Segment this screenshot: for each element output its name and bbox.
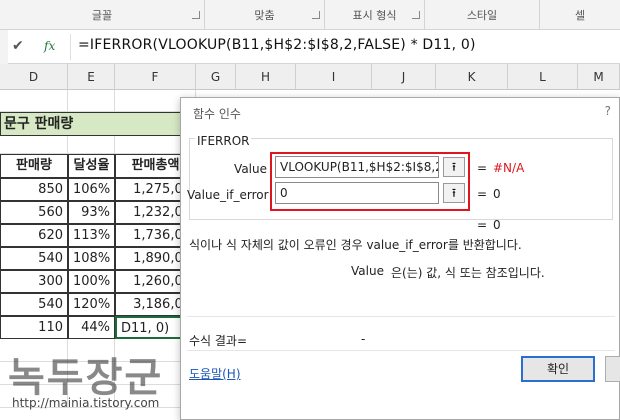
ribbon-group-font-label: 글꼴 xyxy=(91,9,113,22)
ribbon-group-labels: 글꼴 맞춤 표시 형식 스타일 셀 xyxy=(0,0,620,30)
argument-description: 은(는) 값, 식 또는 참조입니다. xyxy=(391,266,545,280)
formula-bar-grip xyxy=(0,30,8,64)
formula-input[interactable]: =IFERROR(VLOOKUP(B11,$H$2:$I$8,2,FALSE) … xyxy=(78,37,476,53)
value-if-error-result: 0 xyxy=(493,187,501,201)
cell-achievement[interactable]: 106% xyxy=(68,178,115,201)
cell-achievement[interactable]: 108% xyxy=(68,247,115,270)
cancel-button[interactable] xyxy=(605,356,620,382)
cell-sales-qty[interactable]: 850 xyxy=(0,178,68,201)
column-header-l[interactable]: L xyxy=(508,64,578,90)
argument-name: Value xyxy=(351,264,384,278)
formula-result-value: - xyxy=(361,332,366,346)
dialog-divider xyxy=(187,350,615,351)
cell-sales-qty[interactable]: 540 xyxy=(0,247,68,270)
insert-function-icon[interactable]: fx xyxy=(44,39,55,53)
column-header-j[interactable]: J xyxy=(372,64,436,90)
function-description: 식이나 식 자체의 값이 오류인 경우 value_if_error를 반환합니… xyxy=(189,238,522,252)
font-dialog-launcher-icon[interactable] xyxy=(192,11,200,19)
ribbon-group-cells: 셀 xyxy=(540,0,620,30)
sheet-title[interactable]: 문구 판매량 xyxy=(0,112,196,136)
column-header-k[interactable]: K xyxy=(436,64,508,90)
cell-achievement[interactable]: 120% xyxy=(68,293,115,316)
column-header-h[interactable]: H xyxy=(236,64,296,90)
column-header-f[interactable]: F xyxy=(115,64,196,90)
check-icon[interactable]: ✔ xyxy=(12,38,24,54)
value-if-error-equals: = xyxy=(477,187,488,201)
cell-sales-qty[interactable]: 540 xyxy=(0,293,68,316)
overall-equals: = xyxy=(477,218,488,232)
cell-sales-qty[interactable]: 620 xyxy=(0,224,68,247)
value-label: Value xyxy=(234,162,267,176)
cell-achievement[interactable]: 100% xyxy=(68,270,115,293)
ribbon-group-alignment-label: 맞춤 xyxy=(254,9,275,22)
ribbon-group-styles-label: 스타일 xyxy=(466,9,498,22)
ribbon-group-font: 글꼴 xyxy=(0,0,205,30)
function-name: IFERROR xyxy=(195,134,252,148)
overall-result: 0 xyxy=(493,218,501,232)
cell[interactable] xyxy=(0,136,68,154)
cell[interactable] xyxy=(68,136,115,154)
header-achievement[interactable]: 달성율 xyxy=(68,154,115,178)
cell-achievement[interactable]: 93% xyxy=(68,201,115,224)
column-header-m[interactable]: M xyxy=(578,64,620,90)
cell-achievement[interactable]: 44% xyxy=(68,316,115,339)
ribbon-group-styles: 스타일 xyxy=(425,0,540,30)
ribbon-group-number: 표시 형식 xyxy=(325,0,425,30)
cell-sales-qty[interactable]: 300 xyxy=(0,270,68,293)
ribbon-group-alignment: 맞춤 xyxy=(205,0,325,30)
ribbon-group-number-label: 표시 형식 xyxy=(352,9,397,22)
cell-sales-qty[interactable]: 560 xyxy=(0,201,68,224)
alignment-dialog-launcher-icon[interactable] xyxy=(312,11,320,19)
dialog-title: 함수 인수 xyxy=(193,107,241,121)
value-equals: = xyxy=(477,161,488,175)
cell-achievement[interactable]: 113% xyxy=(68,224,115,247)
column-header-d[interactable]: D xyxy=(0,64,68,90)
value-result: #N/A xyxy=(493,161,525,175)
function-arguments-dialog: 함수 인수 ? IFERROR Value VLOOKUP(B11,$H$2:$… xyxy=(180,97,620,420)
dialog-divider xyxy=(187,316,615,317)
highlight-box xyxy=(270,152,470,211)
cell[interactable] xyxy=(68,90,115,112)
header-sales-qty[interactable]: 판매량 xyxy=(0,154,68,178)
formula-bar: ✔ fx =IFERROR(VLOOKUP(B11,$H$2:$I$8,2,FA… xyxy=(0,30,620,64)
formula-bar-divider xyxy=(70,34,71,60)
ribbon-group-cells-label: 셀 xyxy=(574,9,586,22)
help-link[interactable]: 도움말(H) xyxy=(189,365,241,382)
column-header-i[interactable]: I xyxy=(296,64,372,90)
ok-button[interactable]: 확인 xyxy=(521,356,595,382)
number-dialog-launcher-icon[interactable] xyxy=(412,11,420,19)
column-header-e[interactable]: E xyxy=(68,64,115,90)
cell[interactable] xyxy=(0,90,68,112)
watermark-title: 녹두장군 xyxy=(8,355,164,401)
cell-sales-qty[interactable]: 110 xyxy=(0,316,68,339)
value-if-error-label: Value_if_error xyxy=(187,188,269,202)
formula-result-label: 수식 결과= xyxy=(189,334,248,348)
column-header-g[interactable]: G xyxy=(196,64,236,90)
help-icon[interactable]: ? xyxy=(605,104,611,118)
watermark-url: http://mainia.tistory.com xyxy=(12,396,160,410)
